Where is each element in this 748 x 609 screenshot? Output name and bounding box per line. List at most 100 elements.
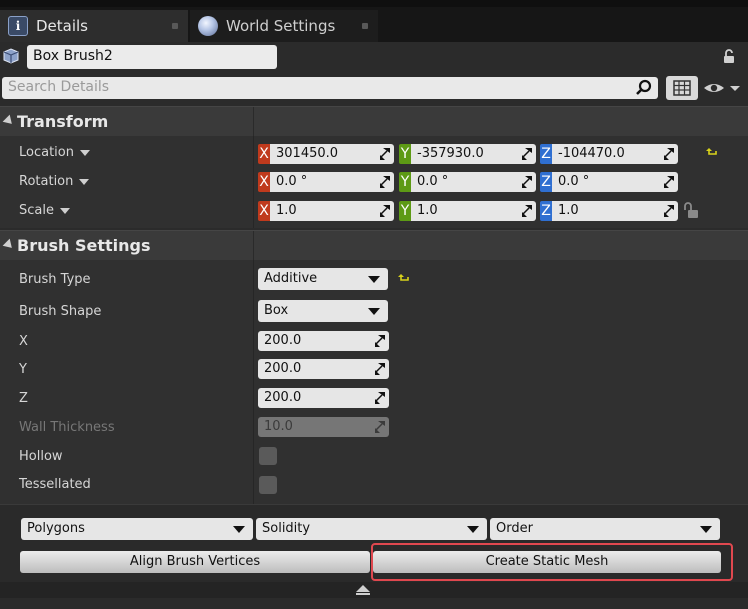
- z-label: Z: [19, 391, 28, 406]
- rotation-z-value: 0.0 °: [558, 174, 590, 189]
- transform-category[interactable]: Transform: [0, 106, 748, 137]
- search-icon[interactable]: [634, 79, 654, 97]
- axis-x-label: X: [258, 144, 270, 164]
- scale-label[interactable]: Scale: [19, 203, 70, 218]
- column-splitter[interactable]: [253, 107, 254, 137]
- wall-thickness-field: 10.0: [258, 417, 389, 437]
- x-label: X: [19, 334, 28, 349]
- column-splitter[interactable]: [253, 260, 254, 504]
- axis-x-label: X: [258, 172, 270, 192]
- rotation-z-field[interactable]: 0.0 °: [552, 172, 678, 192]
- expand-advanced-icon[interactable]: [356, 585, 370, 592]
- brush-actor-icon: [3, 48, 19, 64]
- details-icon: i: [8, 16, 28, 36]
- location-y-field[interactable]: -357930.0: [411, 144, 536, 164]
- chevron-down-icon: [79, 149, 90, 156]
- location-z-field[interactable]: -104470.0: [552, 144, 678, 164]
- drag-handle-icon: [375, 392, 385, 404]
- brush-x-field[interactable]: 200.0: [258, 331, 389, 351]
- drag-handle-icon: [375, 363, 385, 375]
- location-y-value: -357930.0: [417, 146, 484, 161]
- scale-y-field[interactable]: 1.0: [411, 201, 536, 221]
- location-label[interactable]: Location: [19, 145, 90, 160]
- axis-z-label: Z: [540, 172, 552, 192]
- collapse-arrow-icon: [2, 238, 16, 252]
- drag-handle-icon: [664, 148, 674, 160]
- reset-to-default-icon[interactable]: [398, 274, 410, 284]
- tab-world-settings-close-icon[interactable]: [362, 23, 368, 29]
- rotation-x-field[interactable]: 0.0 °: [270, 172, 394, 192]
- hollow-checkbox[interactable]: [259, 447, 277, 465]
- scale-z-field[interactable]: 1.0: [552, 201, 678, 221]
- drag-handle-icon: [380, 205, 390, 217]
- dropdown-arrow-icon: [368, 308, 380, 315]
- brush-z-value: 200.0: [264, 390, 302, 405]
- rotation-x-value: 0.0 °: [276, 174, 308, 189]
- location-x-value: 301450.0: [276, 146, 339, 161]
- tessellated-label: Tessellated: [19, 477, 91, 492]
- drag-handle-icon: [375, 421, 385, 433]
- location-z-value: -104470.0: [558, 146, 625, 161]
- brush-y-field[interactable]: 200.0: [258, 359, 389, 379]
- column-splitter[interactable]: [253, 136, 254, 228]
- scale-x-field[interactable]: 1.0: [270, 201, 394, 221]
- brush-y-value: 200.0: [264, 361, 302, 376]
- drag-handle-icon: [664, 205, 674, 217]
- chevron-down-icon: [59, 207, 70, 214]
- axis-y-label: Y: [399, 144, 411, 164]
- axis-x-label: X: [258, 201, 270, 221]
- wall-thickness-value: 10.0: [264, 419, 293, 434]
- tab-bar: i Details World Settings: [0, 0, 748, 42]
- advanced-collapse-bar[interactable]: [0, 582, 748, 598]
- brush-settings-category[interactable]: Brush Settings: [0, 230, 748, 261]
- rotation-y-value: 0.0 °: [417, 174, 449, 189]
- expand-advanced-icon-line: [356, 593, 370, 595]
- axis-y-label: Y: [399, 201, 411, 221]
- grid-icon: [673, 80, 691, 96]
- scale-x-value: 1.0: [276, 203, 297, 218]
- actor-name-input[interactable]: Box Brush2: [27, 45, 277, 69]
- dropdown-arrow-icon: [233, 526, 245, 533]
- view-options-button[interactable]: [666, 76, 698, 100]
- polygons-label: Polygons: [27, 521, 85, 536]
- column-splitter[interactable]: [253, 231, 254, 261]
- order-dropdown[interactable]: Order: [490, 518, 720, 540]
- solidity-dropdown[interactable]: Solidity: [256, 518, 487, 540]
- unlock-icon[interactable]: [682, 200, 700, 220]
- hollow-label: Hollow: [19, 449, 63, 464]
- axis-z-label: Z: [540, 144, 552, 164]
- brush-x-value: 200.0: [264, 333, 302, 348]
- brush-z-field[interactable]: 200.0: [258, 388, 389, 408]
- rotation-y-field[interactable]: 0.0 °: [411, 172, 536, 192]
- dropdown-arrow-icon: [467, 526, 479, 533]
- y-label: Y: [19, 362, 27, 377]
- scale-y-value: 1.0: [417, 203, 438, 218]
- tab-world-settings-label: World Settings: [226, 17, 336, 35]
- tab-details-label: Details: [36, 17, 89, 35]
- drag-handle-icon: [522, 205, 532, 217]
- dropdown-arrow-icon: [700, 526, 712, 533]
- highlight-box: [371, 543, 733, 581]
- tab-details-close-icon[interactable]: [172, 23, 178, 29]
- polygons-dropdown[interactable]: Polygons: [21, 518, 253, 540]
- brush-type-dropdown[interactable]: Additive: [258, 268, 388, 290]
- eye-icon[interactable]: [702, 78, 746, 98]
- brush-shape-label: Brush Shape: [19, 304, 102, 319]
- dropdown-arrow-icon: [368, 276, 380, 283]
- order-label: Order: [496, 521, 533, 536]
- reset-to-default-icon[interactable]: [706, 148, 718, 158]
- tab-details[interactable]: i Details: [0, 10, 188, 42]
- align-brush-vertices-button[interactable]: Align Brush Vertices: [20, 551, 370, 573]
- drag-handle-icon: [375, 335, 385, 347]
- tessellated-checkbox[interactable]: [259, 476, 277, 494]
- brush-shape-dropdown[interactable]: Box: [258, 300, 388, 322]
- axis-y-label: Y: [399, 172, 411, 192]
- globe-icon: [198, 16, 218, 36]
- lock-icon[interactable]: [720, 47, 738, 65]
- tab-world-settings[interactable]: World Settings: [190, 10, 378, 42]
- drag-handle-icon: [664, 176, 674, 188]
- brush-settings-rows: Brush Type Additive Brush Shape Box X 20…: [0, 260, 748, 504]
- location-x-field[interactable]: 301450.0: [270, 144, 394, 164]
- search-input[interactable]: Search Details: [2, 77, 658, 99]
- rotation-label[interactable]: Rotation: [19, 174, 90, 189]
